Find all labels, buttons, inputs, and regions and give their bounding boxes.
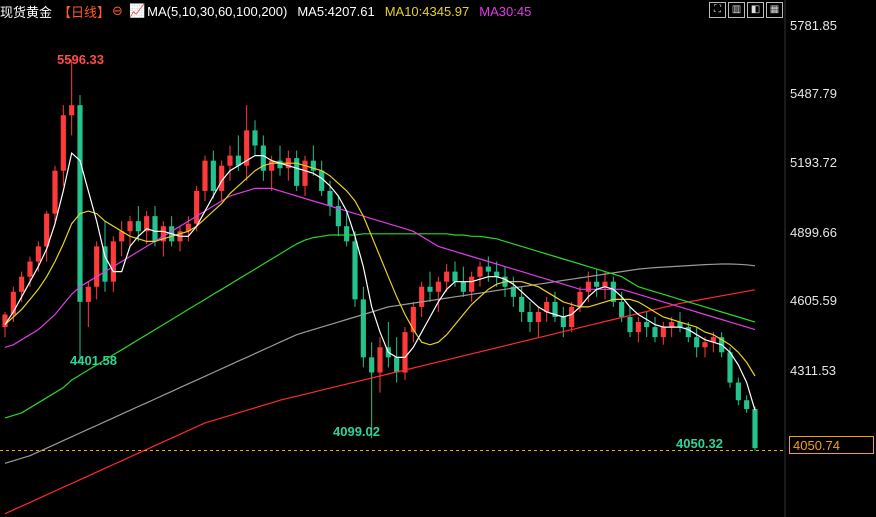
candle-body-24 [202,160,208,191]
candle-body-10 [85,286,91,302]
ma200-line [4,289,756,515]
candle-body-89 [744,400,750,410]
candle-body-90 [752,409,758,449]
candle-body-39 [327,190,333,207]
candle-body-41 [344,226,350,242]
candle-body-35 [294,158,300,186]
candle-body-43 [360,299,366,358]
ma30-value: MA30:45 [479,3,532,19]
ma-label: MA(5,10,30,60,100,200) [147,3,288,19]
candle-body-49 [410,306,416,333]
candle-body-9 [77,105,83,302]
candlestick-chart [0,0,786,517]
low-annotation-1: 4401.58 [70,353,117,368]
candle-body-54 [452,271,458,282]
candle-body-84 [702,342,708,348]
candle-body-27 [227,155,233,166]
candle-body-16 [135,221,141,232]
candle-body-79 [660,327,666,338]
candle-body-80 [669,322,675,328]
candle-body-72 [602,281,608,287]
y-tick-1: 5487.79 [790,86,837,101]
y-tick-0: 5781.85 [790,18,837,33]
candle-body-5 [44,213,50,247]
candle-body-15 [127,221,133,232]
candle-body-8 [69,105,75,116]
candle-body-6 [52,170,58,214]
candle-body-68 [569,306,575,328]
candle-body-13 [110,241,116,282]
grid-icon[interactable]: ▦ [766,2,783,18]
candle-body-7 [60,115,66,171]
candle-body-12 [102,246,108,282]
candle-body-77 [644,322,650,328]
candle-body-51 [427,286,433,292]
candle-body-64 [535,311,541,323]
candle-body-48 [402,332,408,373]
candle-body-33 [277,160,283,169]
candle-body-75 [627,317,633,333]
candle-body-23 [194,190,200,224]
y-tick-2: 5193.72 [790,155,837,170]
low-annotation-2: 4099.02 [333,424,380,439]
candle-body-53 [444,271,450,282]
symbol-name: 现货黄金 [0,4,53,20]
candle-body-62 [519,296,525,312]
ma-indicator-icon[interactable]: 📈 [129,3,145,19]
candle-body-18 [152,216,158,242]
candle-body-56 [469,276,475,292]
candle-body-2 [19,276,25,292]
candle-body-70 [585,281,591,292]
moving-averages-group [4,151,756,515]
period-label[interactable]: 【日线】 [58,2,110,21]
candle-body-59 [494,271,500,277]
ma5-value: MA5:4207.61 [297,3,375,19]
split-icon[interactable]: ◧ [747,2,764,18]
candle-body-88 [735,382,741,401]
candle-body-42 [352,241,358,300]
y-tick-5: 4311.53 [790,363,837,378]
candle-body-44 [369,357,375,373]
candle-body-57 [477,266,483,277]
candle-body-67 [560,317,566,328]
candle-body-32 [269,160,275,171]
high-annotation: 5596.33 [57,52,104,67]
candle-body-36 [302,160,308,186]
candle-body-50 [419,286,425,307]
layout-icon[interactable]: ▥ [728,2,745,18]
period-switch-icon[interactable]: ⊖ [112,3,123,19]
y-tick-4: 4605.59 [790,293,837,308]
candle-body-58 [485,266,491,272]
ma30-line [4,187,756,348]
candle-body-83 [694,337,700,348]
fullscreen-icon[interactable]: ⛶ [709,2,726,18]
candle-body-47 [394,357,400,373]
candle-body-38 [319,170,325,191]
candle-body-76 [635,322,641,333]
ma10-value: MA10:4345.97 [384,3,470,19]
candle-body-3 [27,261,33,277]
candle-body-74 [619,301,625,318]
candle-body-4 [35,246,41,262]
candle-body-63 [527,311,533,323]
low-annotation-3: 4050.32 [676,436,723,451]
candle-body-71 [594,281,600,287]
candle-body-45 [377,347,383,373]
candle-body-87 [727,352,733,383]
last-price-label: 4050.74 [789,436,874,454]
candle-body-25 [210,160,216,191]
candle-body-30 [252,130,258,146]
chart-header: 现货黄金 【日线】 ⊖ 📈 MA(5,10,30,60,100,200) MA5… [0,0,537,22]
candle-body-55 [460,281,466,292]
candle-body-78 [652,327,658,338]
chart-toolbar: ⛶ ▥ ◧ ▦ [709,2,783,18]
candle-body-11 [94,246,100,287]
y-tick-3: 4899.66 [790,225,837,240]
candle-body-52 [435,281,441,292]
